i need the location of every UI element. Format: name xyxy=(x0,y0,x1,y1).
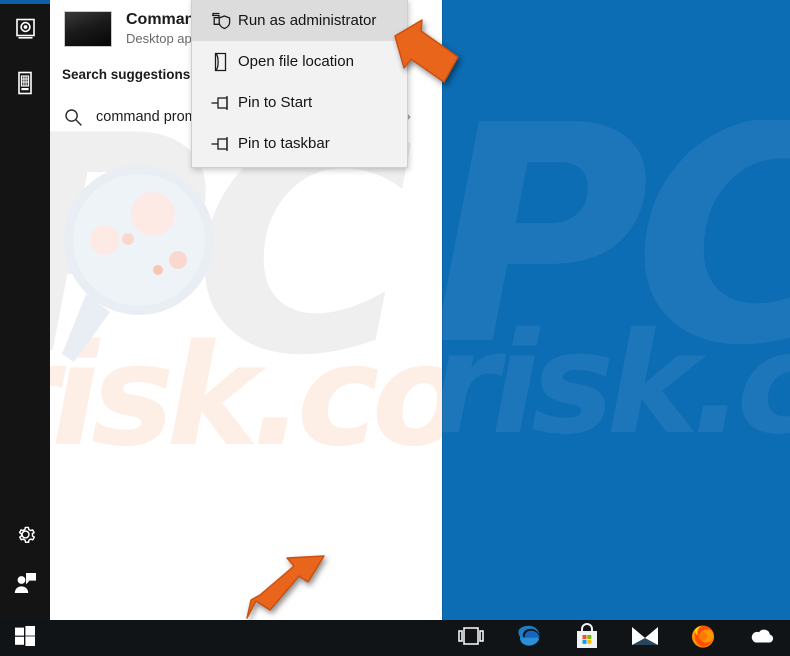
firefox-icon xyxy=(690,623,716,654)
taskbar-item-firefox[interactable] xyxy=(674,620,732,656)
watermark-text-white: PC xyxy=(0,130,414,421)
sidebar-item-photos[interactable] xyxy=(0,14,50,48)
pin-icon xyxy=(204,136,238,152)
taskbar-item-mail[interactable] xyxy=(616,620,674,656)
shield-icon xyxy=(204,12,238,30)
menu-item-label: Pin to taskbar xyxy=(238,135,330,152)
pin-icon xyxy=(204,95,238,111)
watermark-text: PC xyxy=(430,120,790,411)
taskbar-item-onedrive[interactable] xyxy=(732,620,790,656)
watermark-white: PC risk.com xyxy=(0,130,442,490)
watermark-suffix: risk.com xyxy=(430,303,790,466)
folder-open-icon xyxy=(204,52,238,72)
taskbar-icons xyxy=(442,620,790,656)
start-left-rail xyxy=(0,0,50,620)
search-suggestions-heading: Search suggestions xyxy=(62,67,191,82)
windows-logo-icon xyxy=(15,625,35,651)
feedback-icon xyxy=(13,572,37,599)
menu-item-label: Open file location xyxy=(238,53,354,70)
screen: PC risk.com PC risk.com Command Prompt D… xyxy=(0,0,790,656)
search-icon xyxy=(50,108,96,127)
start-button[interactable] xyxy=(0,620,50,656)
command-prompt-icon xyxy=(64,11,112,47)
watermark-suffix-white: risk.com xyxy=(0,315,442,478)
taskbar xyxy=(0,620,790,656)
store-icon xyxy=(575,622,599,654)
sidebar-item-settings[interactable] xyxy=(0,520,50,554)
documents-icon xyxy=(17,71,33,100)
sidebar-item-feedback[interactable] xyxy=(0,568,50,602)
onedrive-icon xyxy=(747,627,775,650)
taskbar-item-task-view[interactable] xyxy=(442,620,500,656)
menu-item-run-as-administrator[interactable]: Run as administrator xyxy=(192,0,407,41)
start-search-panel: PC risk.com Command Prompt Desktop app S… xyxy=(0,0,442,620)
sidebar-item-documents[interactable] xyxy=(0,68,50,102)
menu-item-label: Pin to Start xyxy=(238,94,313,111)
rail-accent-line xyxy=(0,0,50,4)
menu-item-pin-to-taskbar[interactable]: Pin to taskbar xyxy=(192,123,407,164)
context-menu: Run as administrator Open file location xyxy=(191,0,408,168)
mail-icon xyxy=(631,625,659,652)
taskbar-item-store[interactable] xyxy=(558,620,616,656)
watermark-blue: PC risk.com xyxy=(430,120,790,510)
menu-item-open-file-location[interactable]: Open file location xyxy=(192,41,407,82)
gear-icon xyxy=(14,523,37,551)
edge-icon xyxy=(515,622,543,655)
photos-icon xyxy=(15,18,36,45)
task-view-icon xyxy=(458,626,484,650)
menu-item-label: Run as administrator xyxy=(238,12,377,29)
taskbar-item-edge[interactable] xyxy=(500,620,558,656)
menu-item-pin-to-start[interactable]: Pin to Start xyxy=(192,82,407,123)
magnifier-artwork xyxy=(62,165,214,362)
